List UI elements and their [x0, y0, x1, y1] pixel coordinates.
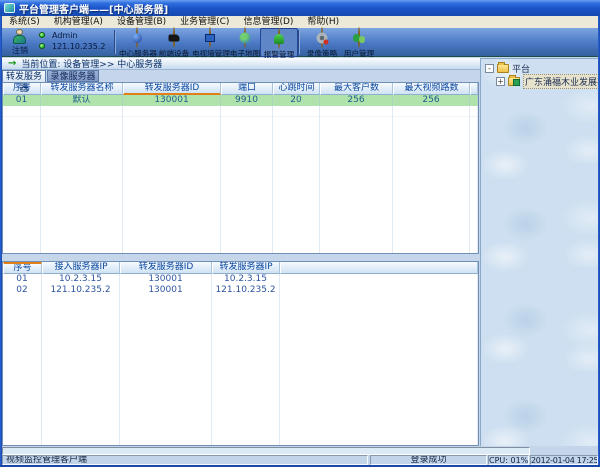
user-manage-button[interactable]: 用户管理 [340, 28, 378, 57]
breadcrumb-text: 当前位置: 设备管理>> 中心服务器 [21, 57, 162, 70]
front-device-button[interactable]: 前端设备 [155, 28, 193, 57]
menu-help[interactable]: 帮助(H) [300, 16, 346, 28]
expand-icon[interactable]: + [496, 77, 505, 86]
online-status-icon [39, 32, 45, 38]
header-forward-id[interactable]: 转发服务器ID [123, 83, 221, 95]
organization-tree-panel: - 平台 + 广东涌福木业发展有限公司 [480, 58, 598, 446]
logout-button[interactable]: 注销 [6, 45, 34, 56]
status-datetime: 2012-01-04 17:25:26 [530, 455, 598, 465]
title-bar[interactable]: 平台管理客户端——[中心服务器] [0, 0, 600, 16]
app-icon [4, 3, 15, 13]
status-message: 登录成功 [370, 455, 487, 465]
toolbar-separator [298, 30, 300, 54]
header-forward-name[interactable]: 转发服务器名称 [41, 83, 123, 95]
server-tabs: 转发服务器 录像服务器 [2, 70, 480, 82]
folder-icon [497, 64, 509, 73]
table-row-empty [3, 106, 478, 117]
window-frame [0, 16, 2, 467]
header-forward-ip[interactable]: 转发服务器IP [212, 262, 280, 274]
toolbar-separator [114, 30, 116, 54]
connection-status-icon [39, 43, 45, 49]
menu-organization[interactable]: 机构管理(A) [47, 16, 110, 28]
company-folder-icon [508, 77, 520, 86]
globe-icon [244, 27, 246, 48]
tv-wall-button[interactable]: 电视墙管理 [191, 28, 229, 57]
header-filler [280, 262, 478, 274]
table-row[interactable]: 02 121.10.235.2 130001 121.10.235.2 [3, 285, 478, 296]
tab-forward-server[interactable]: 转发服务器 [2, 70, 46, 82]
table-header-row: 序号 接入服务器IP 转发服务器ID 转发服务器IP [3, 262, 478, 274]
toolbar: 注销 Admin 121.10.235.2 中心服务器 前端设备 电视墙管理 电… [2, 28, 598, 57]
tree-node-company[interactable]: + 广东涌福木业发展有限公司 [496, 76, 600, 87]
header-access-ip[interactable]: 接入服务器IP [42, 262, 120, 274]
header-max-clients[interactable]: 最大客户数 [320, 83, 393, 95]
table-body-empty [3, 296, 478, 446]
logged-in-user: Admin [52, 31, 78, 40]
bell-icon [278, 28, 280, 49]
access-server-table: 序号 接入服务器IP 转发服务器ID 转发服务器IP 01 10.2.3.15 … [2, 261, 479, 446]
menu-business[interactable]: 业务管理(C) [173, 16, 236, 28]
window-title: 平台管理客户端——[中心服务器] [19, 1, 168, 16]
users-icon [358, 27, 360, 48]
header-forward-id[interactable]: 转发服务器ID [120, 262, 212, 274]
alarm-manage-button[interactable]: 报警管理 [260, 28, 298, 57]
camera-icon [173, 27, 175, 48]
table-body-empty [3, 117, 478, 254]
collapse-icon[interactable]: - [485, 64, 494, 73]
user-icon [12, 29, 28, 44]
tab-record-server[interactable]: 录像服务器 [47, 70, 99, 82]
center-server-button[interactable]: 中心服务器 [118, 28, 156, 57]
status-app-name: 视频监控管理客户端 [2, 455, 368, 465]
header-index[interactable]: 序号 [3, 262, 42, 274]
table-row[interactable]: 01 默认 130001 9910 20 256 256 [3, 95, 478, 106]
table-header-row: 序号 转发服务器名称 转发服务器ID 端口 心跳时间 最大客户数 最大视频路数 [3, 83, 478, 95]
header-filler [470, 83, 478, 95]
app-window: 平台管理客户端——[中心服务器] 系统(S) 机构管理(A) 设备管理(B) 业… [0, 0, 600, 467]
forward-server-table: 序号 转发服务器名称 转发服务器ID 端口 心跳时间 最大客户数 最大视频路数 … [2, 82, 479, 254]
tree-node-platform[interactable]: - 平台 [485, 63, 530, 74]
menu-device[interactable]: 设备管理(B) [110, 16, 173, 28]
header-port[interactable]: 端口 [221, 83, 273, 95]
corner-block [532, 447, 598, 455]
monitor-icon [209, 27, 211, 48]
e-map-button[interactable]: 电子地图 [226, 28, 264, 57]
status-bar: 视频监控管理客户端 登录成功 CPU: 01% 2012-01-04 17:25… [2, 455, 598, 465]
status-cpu: CPU: 01% [488, 455, 529, 465]
server-ip: 121.10.235.2 [52, 42, 105, 51]
header-heartbeat[interactable]: 心跳时间 [273, 83, 320, 95]
breadcrumb: → 当前位置: 设备管理>> 中心服务器 [2, 58, 480, 70]
gear-icon [321, 27, 323, 48]
menu-system[interactable]: 系统(S) [2, 16, 47, 28]
header-max-video[interactable]: 最大视频路数 [393, 83, 470, 95]
center-server-icon [136, 27, 138, 48]
horizontal-scroll-strip[interactable] [2, 447, 530, 455]
menu-bar: 系统(S) 机构管理(A) 设备管理(B) 业务管理(C) 信息管理(D) 帮助… [2, 16, 598, 28]
table-row[interactable]: 01 10.2.3.15 130001 10.2.3.15 [3, 274, 478, 285]
menu-information[interactable]: 信息管理(D) [236, 16, 300, 28]
record-policy-button[interactable]: 录像策略 [303, 28, 341, 57]
arrow-icon: → [8, 59, 16, 69]
